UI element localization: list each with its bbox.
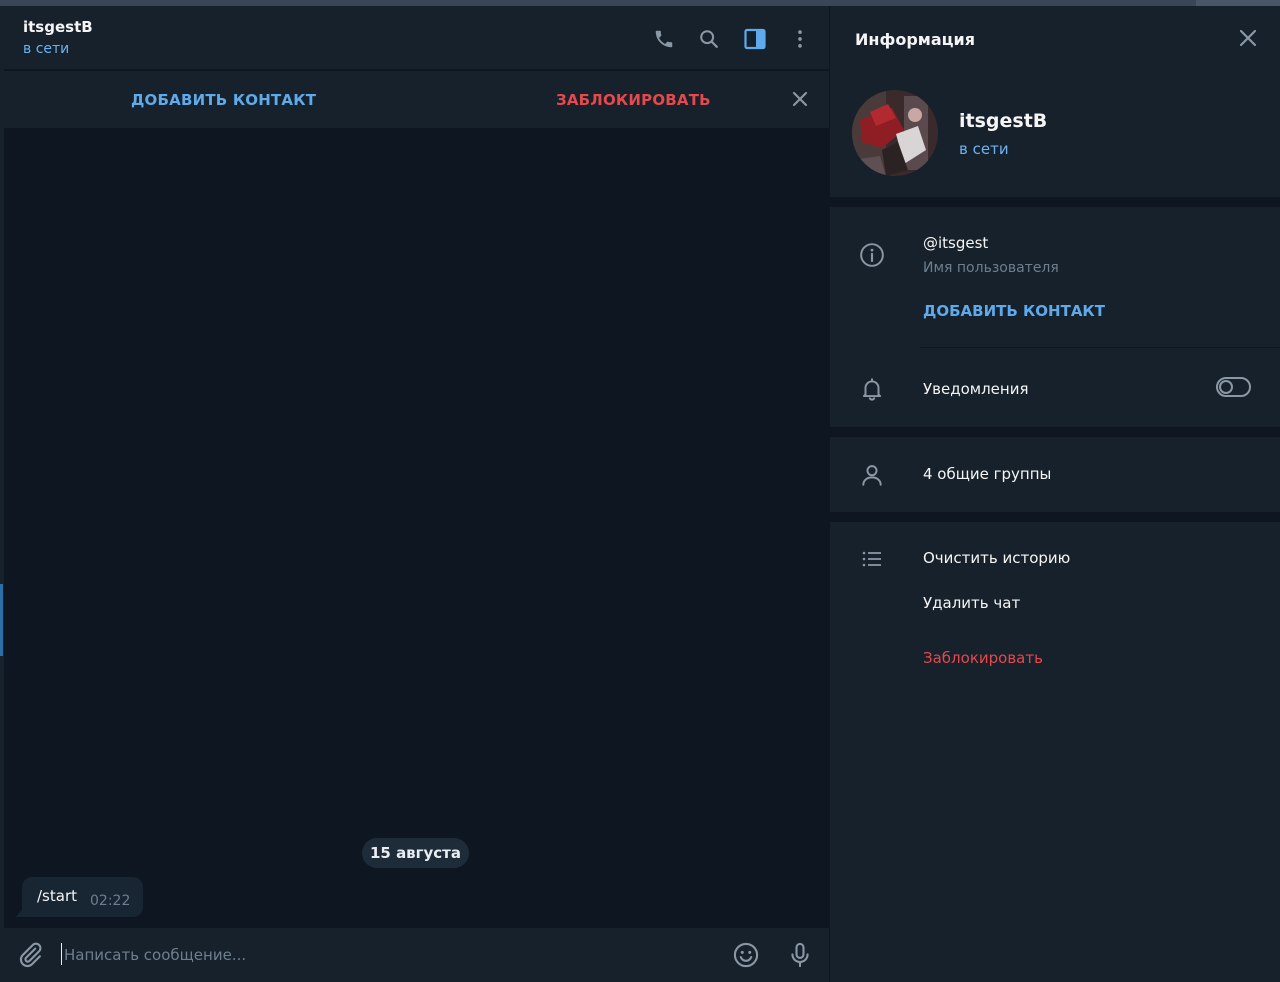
chat-area: itsgestB в сети ДОБАВИТЬ КОНТАКТ ЗАБЛОКИ…	[4, 6, 829, 982]
emoji-icon[interactable]	[731, 940, 761, 970]
message-text: /start	[37, 887, 77, 905]
username-label: Имя пользователя	[923, 260, 1059, 276]
avatar[interactable]	[852, 90, 938, 176]
notifications-toggle[interactable]	[1216, 377, 1251, 397]
section-separator	[830, 427, 1280, 437]
paperclip-icon[interactable]	[15, 940, 45, 970]
phone-icon[interactable]	[651, 26, 677, 52]
profile-name: itsgestB	[959, 110, 1048, 132]
message-time: 02:22	[90, 893, 131, 909]
common-groups-item[interactable]: 4 общие группы	[923, 465, 1051, 483]
message-composer	[4, 928, 829, 982]
text-caret	[61, 943, 62, 965]
chat-title[interactable]: itsgestB	[23, 18, 93, 36]
info-icon	[858, 241, 886, 269]
add-contact-button[interactable]: ДОБАВИТЬ КОНТАКТ	[131, 91, 316, 109]
profile-status: в сети	[959, 140, 1009, 158]
add-contact-link[interactable]: ДОБАВИТЬ КОНТАКТ	[923, 302, 1105, 320]
close-icon[interactable]	[790, 89, 810, 109]
chat-list-selection-indicator	[0, 584, 3, 656]
delete-chat-button[interactable]: Удалить чат	[923, 594, 1020, 612]
row-divider	[920, 347, 1280, 348]
date-divider: 15 августа	[362, 838, 469, 868]
list-icon	[858, 545, 886, 573]
block-user-link[interactable]: Заблокировать	[923, 649, 1043, 667]
bell-icon	[858, 375, 886, 403]
contact-action-bar: ДОБАВИТЬ КОНТАКТ ЗАБЛОКИРОВАТЬ	[4, 71, 829, 128]
clear-history-button[interactable]: Очистить историю	[923, 549, 1070, 567]
info-panel: Информация itsgestB в сети @itsgest Имя …	[830, 6, 1280, 982]
message-input[interactable]	[64, 940, 704, 970]
section-separator	[830, 197, 1280, 207]
search-icon[interactable]	[696, 26, 722, 52]
sidebar-toggle-icon[interactable]	[742, 26, 768, 52]
close-icon[interactable]	[1236, 26, 1260, 50]
chat-header[interactable]: itsgestB в сети	[4, 6, 829, 70]
section-separator	[830, 512, 1280, 522]
notifications-label: Уведомления	[923, 380, 1029, 398]
block-user-button[interactable]: ЗАБЛОКИРОВАТЬ	[556, 91, 711, 109]
chat-status: в сети	[23, 41, 70, 57]
user-icon	[858, 461, 886, 489]
message-bubble[interactable]: /start 02:22	[22, 877, 143, 917]
more-vertical-icon[interactable]	[787, 26, 813, 52]
username-value[interactable]: @itsgest	[923, 234, 988, 252]
info-panel-title: Информация	[855, 30, 975, 49]
microphone-icon[interactable]	[785, 940, 815, 970]
toggle-knob	[1219, 380, 1233, 394]
